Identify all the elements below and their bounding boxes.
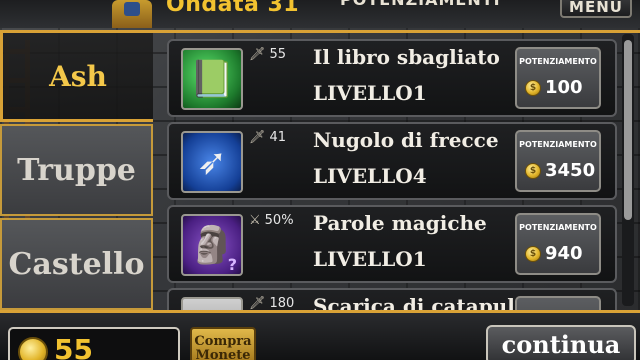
sword-icon: 🗡 bbox=[249, 296, 266, 310]
upgrade-cost: $ 940 bbox=[525, 243, 583, 264]
stat-value: 50% bbox=[264, 213, 294, 228]
sword-icon: 🗡 bbox=[249, 47, 266, 62]
gold-amount: 55 bbox=[54, 333, 93, 360]
menu-button[interactable]: MENU bbox=[560, 0, 632, 18]
coin-icon: $ bbox=[525, 79, 541, 96]
coin-icon: $ bbox=[525, 245, 541, 262]
upgrade-list[interactable]: 📗 🗡 55 Il libro sbagliato LIVELLO1 POTEN… bbox=[153, 30, 640, 310]
top-bar: Ondata 31 POTENZIAMENTI MENU bbox=[0, 0, 640, 28]
upgrade-level: LIVELLO1 bbox=[313, 81, 427, 105]
list-scrollbar[interactable] bbox=[622, 34, 634, 306]
tab-castle[interactable]: Castello bbox=[0, 218, 153, 310]
cost-value: 3450 bbox=[545, 160, 596, 181]
upgrade-level: LIVELLO1 bbox=[313, 247, 427, 271]
upgrade-button[interactable]: POTENZIAMENTO $ 3450 bbox=[515, 130, 601, 192]
upgrade-name: Parole magiche bbox=[313, 211, 487, 235]
gold-counter: 55 bbox=[8, 327, 180, 360]
sword-icon: 🗡 bbox=[249, 130, 266, 145]
gold-coin-icon bbox=[18, 337, 48, 360]
upgrade-button[interactable]: POTENZIAMENTO $ 940 bbox=[515, 213, 601, 275]
stat-value: 41 bbox=[269, 130, 287, 145]
upgrade-button-label: POTENZIAMENTO bbox=[519, 223, 597, 232]
upgrade-row: ⚙ 🗡 180 Scarica di catapulta bbox=[167, 288, 617, 310]
page-title: POTENZIAMENTI bbox=[340, 0, 501, 9]
tab-ash[interactable]: Ash bbox=[0, 30, 153, 122]
stat-readout: ⚔ 50% bbox=[249, 213, 294, 228]
cost-value: 100 bbox=[545, 77, 583, 98]
coin-icon: $ bbox=[525, 162, 541, 179]
upgrade-row: 📗 🗡 55 Il libro sbagliato LIVELLO1 POTEN… bbox=[167, 39, 617, 117]
wave-label: Ondata 31 bbox=[166, 0, 300, 17]
upgrade-name: Nugolo di frecce bbox=[313, 128, 499, 152]
stat-readout: 🗡 41 bbox=[249, 130, 286, 145]
magic-tablet-icon: 🗿? bbox=[181, 214, 243, 276]
upgrade-name: Scarica di catapulta bbox=[313, 294, 538, 310]
tab-label: Truppe bbox=[17, 152, 136, 188]
upgrade-button[interactable]: POTENZIAMENTO $ 100 bbox=[515, 47, 601, 109]
catapult-icon: ⚙ bbox=[181, 297, 243, 310]
buy-coins-button[interactable]: Compra Monete bbox=[190, 327, 256, 360]
scrollbar-thumb[interactable] bbox=[624, 40, 632, 220]
cost-value: 940 bbox=[545, 243, 583, 264]
stat-readout: 🗡 55 bbox=[249, 47, 286, 62]
upgrade-button-label: POTENZIAMENTO bbox=[519, 57, 597, 66]
upgrade-level: LIVELLO4 bbox=[313, 164, 427, 188]
hero-portrait bbox=[112, 0, 152, 28]
upgrade-cost: $ 100 bbox=[525, 77, 583, 98]
upgrade-name: Il libro sbagliato bbox=[313, 45, 500, 69]
upgrade-button[interactable] bbox=[515, 296, 601, 310]
stat-value: 180 bbox=[269, 296, 295, 310]
upgrade-row: ➶ 🗡 41 Nugolo di frecce LIVELLO4 POTENZI… bbox=[167, 122, 617, 200]
tab-label: Ash bbox=[49, 59, 107, 93]
stat-readout: 🗡 180 bbox=[249, 296, 294, 310]
tab-label: Castello bbox=[8, 246, 145, 282]
question-mark-icon: ? bbox=[227, 255, 237, 274]
soldier-icon: ⚔ bbox=[249, 213, 261, 228]
book-icon: 📗 bbox=[181, 48, 243, 110]
upgrade-button-label: POTENZIAMENTO bbox=[519, 140, 597, 149]
bottom-bar: 55 Compra Monete continua bbox=[0, 310, 640, 360]
arrows-icon: ➶ bbox=[181, 131, 243, 193]
upgrade-cost: $ 3450 bbox=[525, 160, 595, 181]
upgrade-row: 🗿? ⚔ 50% Parole magiche LIVELLO1 POTENZI… bbox=[167, 205, 617, 283]
stat-value: 55 bbox=[269, 47, 287, 62]
continue-button[interactable]: continua bbox=[486, 325, 636, 360]
tab-troops[interactable]: Truppe bbox=[0, 124, 153, 216]
